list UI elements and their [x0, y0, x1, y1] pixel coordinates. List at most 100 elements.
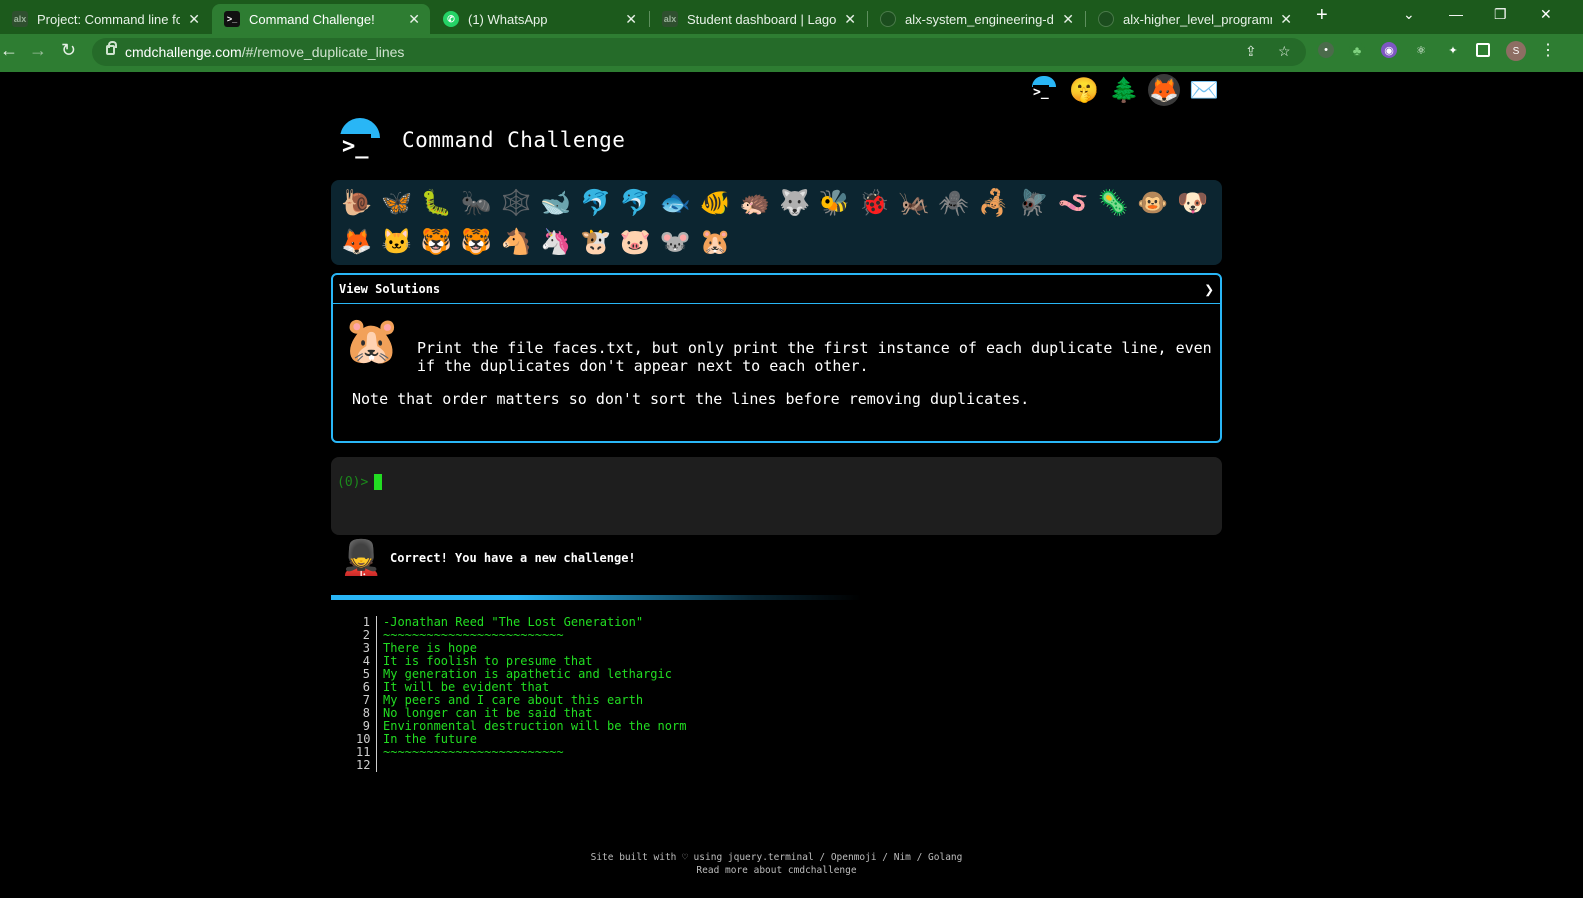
- hamster-icon: 🐹: [343, 313, 401, 367]
- terminal-input[interactable]: (0)>: [331, 457, 1222, 535]
- challenge-emoji-icon[interactable]: 🐹: [695, 223, 735, 262]
- challenge-emoji-icon[interactable]: 🦊: [337, 223, 377, 262]
- challenge-emoji-icon[interactable]: 🦂: [974, 184, 1014, 223]
- challenge-emoji-icon[interactable]: 🐞: [854, 184, 894, 223]
- gutter-divider: [376, 707, 377, 720]
- forward-icon[interactable]: →: [29, 40, 47, 61]
- gutter-divider: [376, 655, 377, 668]
- footer-credits: Site built with ♡ using jquery.terminal …: [590, 852, 963, 863]
- menu-kebab-icon[interactable]: ⋮: [1540, 42, 1556, 59]
- challenge-emoji-icon[interactable]: 🐬: [616, 184, 656, 223]
- profile-avatar[interactable]: S: [1506, 41, 1526, 61]
- challenge-box: View Solutions ❯ 🐹 Print the file faces.…: [331, 273, 1222, 443]
- puzzle-extensions-icon[interactable]: ✦: [1445, 42, 1461, 58]
- tab-github-higher-level[interactable]: alx-higher_level_programmin ✕: [1086, 4, 1302, 34]
- tab-project-command-line[interactable]: alx Project: Command line for the ✕: [0, 4, 210, 34]
- challenge-emoji-icon[interactable]: 🕷️: [934, 184, 974, 223]
- tab-search-icon[interactable]: ⌄: [1403, 6, 1415, 23]
- address-bar[interactable]: cmdchallenge.com/#/remove_duplicate_line…: [92, 38, 1306, 66]
- challenge-emoji-icon[interactable]: 🐭: [655, 223, 695, 262]
- url-text[interactable]: cmdchallenge.com/#/remove_duplicate_line…: [125, 44, 404, 60]
- close-icon[interactable]: ✕: [625, 11, 637, 28]
- feedback-message: Correct! You have a new challenge!: [390, 551, 636, 565]
- challenge-emoji-icon[interactable]: 🐌: [337, 184, 377, 223]
- restore-icon[interactable]: ❐: [1494, 6, 1507, 23]
- view-solutions-label: View Solutions: [339, 282, 441, 296]
- challenge-emoji-icon[interactable]: 🦠: [1093, 184, 1133, 223]
- challenge-emoji-icon[interactable]: 🐯: [456, 223, 496, 262]
- tree-extension-icon[interactable]: ♣: [1349, 42, 1365, 58]
- read-more-link[interactable]: Read more about cmdchallenge: [0, 864, 1553, 877]
- side-panel-icon[interactable]: [1476, 43, 1490, 57]
- close-icon[interactable]: ✕: [1062, 11, 1074, 28]
- alx-icon: alx: [662, 11, 678, 27]
- shushing-face-icon[interactable]: 🤫: [1068, 74, 1100, 106]
- guard-icon: 💂: [340, 539, 383, 577]
- challenge-emoji-icon[interactable]: 🐱: [377, 223, 417, 262]
- reload-icon[interactable]: ↻: [61, 40, 76, 61]
- tab-title: alx-higher_level_programmin: [1123, 11, 1272, 27]
- challenge-emoji-icon[interactable]: 🐺: [775, 184, 815, 223]
- tab-command-challenge[interactable]: >_ Command Challenge! ✕: [212, 4, 430, 34]
- close-icon[interactable]: ✕: [408, 11, 420, 28]
- gutter-divider: [376, 616, 377, 629]
- back-icon[interactable]: ←: [0, 40, 18, 61]
- tab-title: (1) WhatsApp: [468, 11, 548, 27]
- challenge-emoji-icon[interactable]: 🐶: [1173, 184, 1213, 223]
- challenge-emoji-icon[interactable]: 🐬: [576, 184, 616, 223]
- challenge-emoji-icon[interactable]: 🐷: [616, 223, 656, 262]
- github-icon: [880, 11, 896, 27]
- tree-icon[interactable]: 🌲: [1108, 74, 1140, 106]
- tab-github-sysadmin[interactable]: alx-system_engineering-devo ✕: [868, 4, 1084, 34]
- challenge-emoji-icon[interactable]: 🐴: [496, 223, 536, 262]
- share-icon[interactable]: ⇪: [1245, 43, 1257, 60]
- challenge-emoji-icon[interactable]: 🦄: [536, 223, 576, 262]
- close-icon[interactable]: ✕: [188, 11, 200, 28]
- whatsapp-icon: ✆: [443, 11, 459, 27]
- feedback-divider: [331, 595, 861, 600]
- terminal-logo-icon[interactable]: >_: [1028, 74, 1060, 106]
- challenge-emoji-grid: 🐌 🦋 🐛 🐜 🕸️ 🐋 🐬 🐬 🐟 🐠 🦔 🐺 🐝 🐞 🦗 🕷️ 🦂 🪰 🪱 🦠 🐵 🐶 🦊 🐱 🐯 🐯 🐴 🦄 🐮 🐷 🐭 🐹: [331, 180, 1222, 265]
- challenge-emoji-icon[interactable]: 🦋: [377, 184, 417, 223]
- top-nav-icons: >_ 🤫 🌲 🦊 ✉️: [1028, 74, 1220, 106]
- chevron-right-icon[interactable]: ❯: [1204, 280, 1214, 299]
- bookmark-star-icon[interactable]: ☆: [1278, 43, 1291, 60]
- challenge-emoji-icon[interactable]: 🐠: [695, 184, 735, 223]
- gutter-divider: [376, 642, 377, 655]
- challenge-emoji-icon[interactable]: 🐜: [456, 184, 496, 223]
- new-tab-icon[interactable]: +: [1316, 4, 1328, 27]
- challenge-emoji-icon[interactable]: 🐮: [576, 223, 616, 262]
- tab-title: alx-system_engineering-devo: [905, 11, 1054, 27]
- prompt-text: (0)>: [337, 474, 369, 490]
- purple-extension-icon[interactable]: ◉: [1381, 42, 1397, 58]
- challenge-emoji-icon[interactable]: 🦗: [894, 184, 934, 223]
- minimize-icon[interactable]: —: [1449, 6, 1463, 22]
- gutter-divider: [376, 746, 377, 759]
- envelope-icon[interactable]: ✉️: [1188, 74, 1220, 106]
- close-window-icon[interactable]: ✕: [1540, 6, 1552, 23]
- output-line: 12: [356, 759, 686, 772]
- challenge-emoji-icon[interactable]: 🪱: [1053, 184, 1093, 223]
- close-icon[interactable]: ✕: [1280, 11, 1292, 28]
- challenge-emoji-icon[interactable]: 🪰: [1014, 184, 1054, 223]
- react-devtools-icon[interactable]: ⚛: [1413, 42, 1429, 58]
- challenge-emoji-icon[interactable]: 🐟: [655, 184, 695, 223]
- challenge-emoji-icon[interactable]: 🐯: [417, 223, 457, 262]
- cmdchallenge-logo: >_: [338, 118, 380, 162]
- close-icon[interactable]: ✕: [844, 11, 856, 28]
- tab-whatsapp[interactable]: ✆ (1) WhatsApp ✕: [431, 4, 647, 34]
- view-solutions-bar[interactable]: View Solutions ❯: [333, 275, 1220, 304]
- challenge-emoji-icon[interactable]: 🦔: [735, 184, 775, 223]
- gutter-divider: [376, 733, 377, 746]
- challenge-emoji-icon[interactable]: 🐋: [536, 184, 576, 223]
- challenge-emoji-icon[interactable]: 🐵: [1133, 184, 1173, 223]
- challenge-emoji-icon[interactable]: 🐛: [417, 184, 457, 223]
- gutter-divider: [376, 629, 377, 642]
- feedback-row: 💂 Correct! You have a new challenge!: [340, 538, 636, 578]
- gitlab-icon[interactable]: 🦊: [1148, 74, 1180, 106]
- github-icon: [1098, 11, 1114, 27]
- challenge-emoji-icon[interactable]: 🐝: [815, 184, 855, 223]
- tab-student-dashboard[interactable]: alx Student dashboard | Lagos In ✕: [650, 4, 866, 34]
- challenge-emoji-icon[interactable]: 🕸️: [496, 184, 536, 223]
- extension-icon[interactable]: •: [1318, 42, 1334, 58]
